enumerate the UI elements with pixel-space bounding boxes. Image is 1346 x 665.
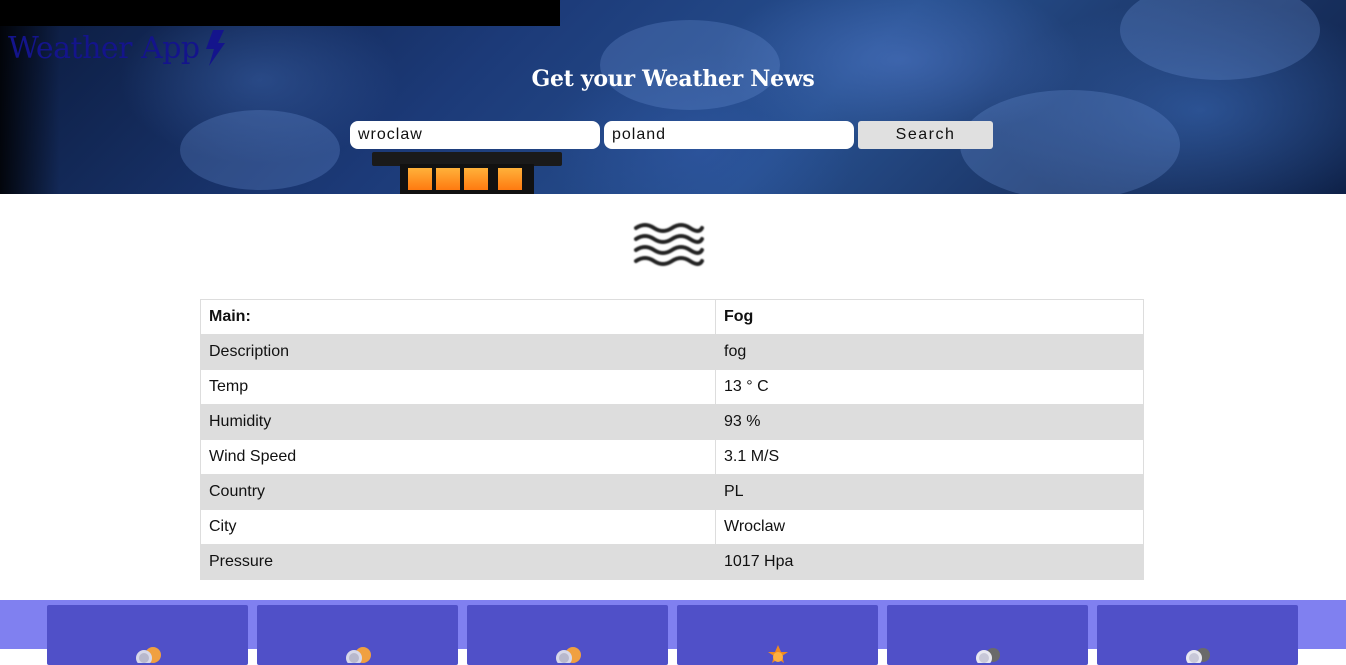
table-row: Main: Fog	[200, 299, 1144, 335]
table-row: Description fog	[200, 334, 1144, 370]
forecast-card[interactable]	[677, 605, 878, 665]
row-label: City	[200, 509, 716, 545]
lantern-window	[464, 168, 488, 190]
lightning-bolt-icon	[205, 30, 225, 66]
hero-foliage	[180, 110, 340, 190]
row-value: PL	[715, 474, 1144, 510]
brand-logo[interactable]: Weather App	[8, 30, 226, 66]
row-label: Pressure	[200, 544, 716, 580]
lantern-window	[498, 168, 522, 190]
row-label: Country	[200, 474, 716, 510]
hero-banner: Weather App Get your Weather News Search	[0, 0, 1346, 194]
forecast-strip	[0, 600, 1346, 665]
fog-icon	[634, 223, 704, 266]
page-title: Get your Weather News	[531, 66, 815, 92]
row-label: Temp	[200, 369, 716, 405]
partly-cloudy-icon	[136, 647, 161, 663]
table-row: Temp 13 ° C	[200, 369, 1144, 405]
row-value: Wroclaw	[715, 509, 1144, 545]
hero-foliage	[960, 90, 1180, 194]
row-label: Main:	[200, 299, 716, 335]
row-label: Wind Speed	[200, 439, 716, 475]
row-value: 13 ° C	[715, 369, 1144, 405]
row-value: 3.1 M/S	[715, 439, 1144, 475]
row-value: 93 %	[715, 404, 1144, 440]
row-value: Fog	[715, 299, 1144, 335]
table-row: Pressure 1017 Hpa	[200, 544, 1144, 580]
partly-cloudy-icon	[346, 647, 371, 663]
forecast-card[interactable]	[257, 605, 458, 665]
table-row: City Wroclaw	[200, 509, 1144, 545]
row-label: Description	[200, 334, 716, 370]
hero-dark-strip	[0, 0, 560, 26]
search-button[interactable]: Search	[858, 121, 993, 149]
forecast-card[interactable]	[467, 605, 668, 665]
table-row: Country PL	[200, 474, 1144, 510]
forecast-card[interactable]	[1097, 605, 1298, 665]
row-value: 1017 Hpa	[715, 544, 1144, 580]
weather-details-table: Main: Fog Description fog Temp 13 ° C Hu…	[200, 299, 1144, 580]
lantern-window	[436, 168, 460, 190]
lantern-window	[408, 168, 432, 190]
hero-foliage	[600, 20, 780, 110]
row-value: fog	[715, 334, 1144, 370]
country-input[interactable]	[604, 121, 854, 149]
table-row: Humidity 93 %	[200, 404, 1144, 440]
brand-name[interactable]: Weather App	[8, 31, 200, 66]
city-input[interactable]	[350, 121, 600, 149]
forecast-card[interactable]	[887, 605, 1088, 665]
table-row: Wind Speed 3.1 M/S	[200, 439, 1144, 475]
lantern-image	[372, 152, 562, 194]
cloudy-icon	[976, 648, 1000, 663]
forecast-card[interactable]	[47, 605, 248, 665]
sun-icon	[768, 645, 788, 663]
partly-cloudy-icon	[556, 647, 581, 663]
cloudy-icon	[1186, 648, 1210, 663]
row-label: Humidity	[200, 404, 716, 440]
search-form: Search	[350, 121, 993, 149]
